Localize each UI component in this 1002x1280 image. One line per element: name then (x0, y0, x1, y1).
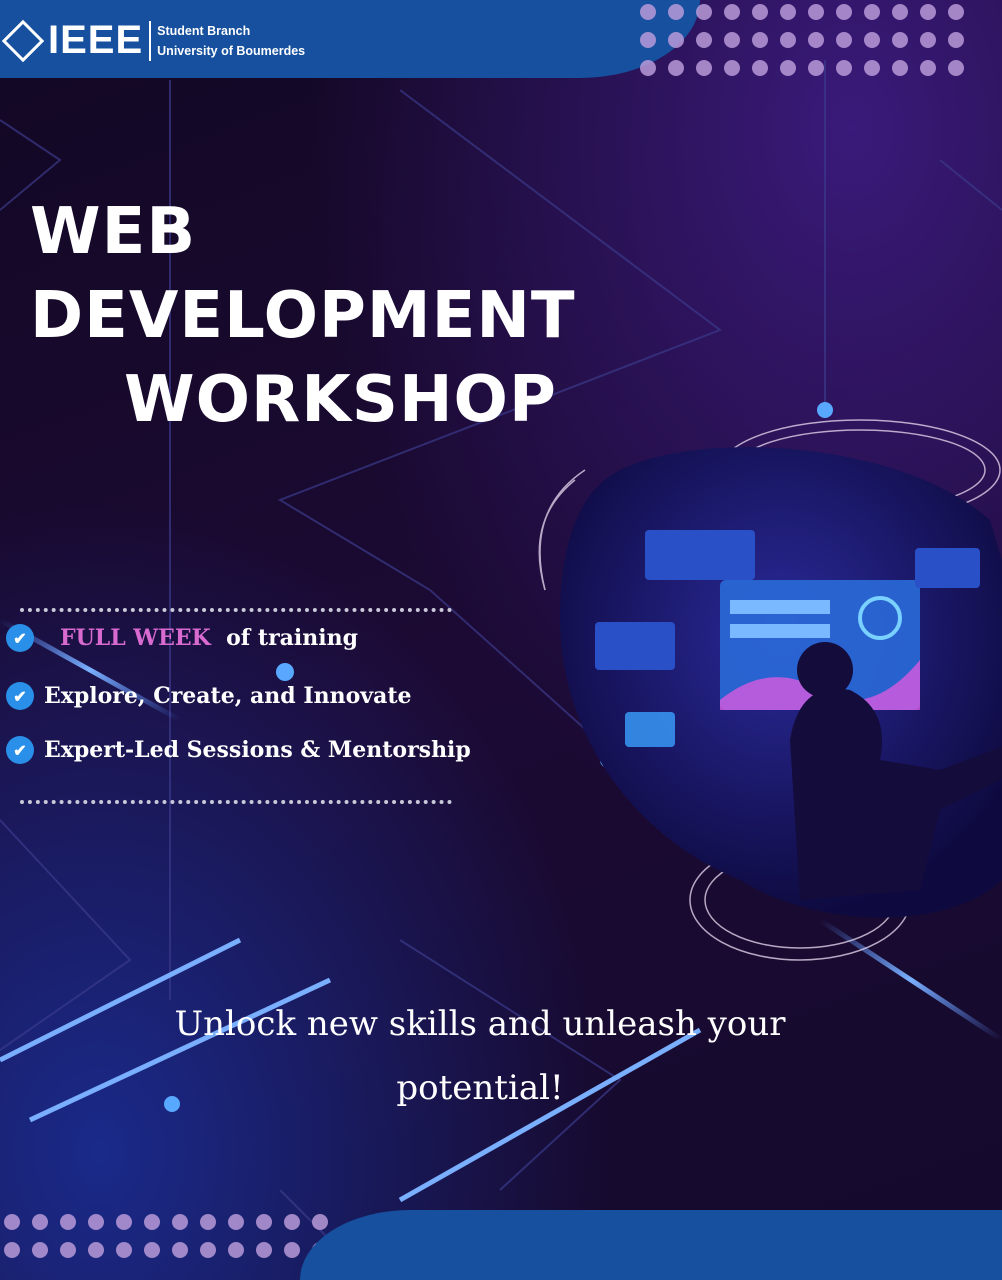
ieee-wordmark: IEEE (48, 18, 144, 62)
title-line: WEB (30, 195, 197, 269)
feature-item: ✔ Expert-Led Sessions & Mentorship (6, 736, 471, 764)
footer-banner (300, 1210, 1002, 1280)
feature-text: Expert-Led Sessions & Mentorship (44, 737, 471, 763)
university-name: University of Boumerdes (157, 43, 306, 58)
workshop-title: WEB DEVELOPMENT WORKSHOP (30, 190, 576, 442)
dot-pattern-top (640, 4, 964, 76)
divider-top (20, 608, 452, 612)
tagline: Unlock new skills and unleash your poten… (0, 992, 960, 1120)
poster: IEEE Student Branch University of Boumer… (0, 0, 1002, 1280)
divider-bottom (20, 800, 452, 804)
tagline-line: Unlock new skills and unleash your (174, 1004, 786, 1044)
branch-name: Student Branch (157, 23, 251, 38)
header-banner: IEEE Student Branch University of Boumer… (0, 0, 700, 78)
ieee-logo: IEEE Student Branch University of Boumer… (1, 18, 306, 63)
check-circle-icon: ✔ (6, 682, 34, 710)
feature-text: Explore, Create, and Innovate (44, 683, 412, 709)
tagline-line: potential! (396, 1068, 564, 1108)
title-line: WORKSHOP (124, 363, 557, 437)
ieee-diamond-icon (1, 19, 45, 62)
dot-pattern-bottom (4, 1214, 328, 1258)
check-circle-icon: ✔ (6, 736, 34, 764)
feature-text: of training (226, 625, 359, 651)
feature-item: ✔ FULL WEEK of training (6, 624, 358, 652)
check-circle-icon: ✔ (6, 624, 34, 652)
feature-item: ✔ Explore, Create, and Innovate (6, 682, 411, 710)
feature-highlight: FULL WEEK (60, 625, 211, 651)
title-line: DEVELOPMENT (30, 279, 576, 353)
